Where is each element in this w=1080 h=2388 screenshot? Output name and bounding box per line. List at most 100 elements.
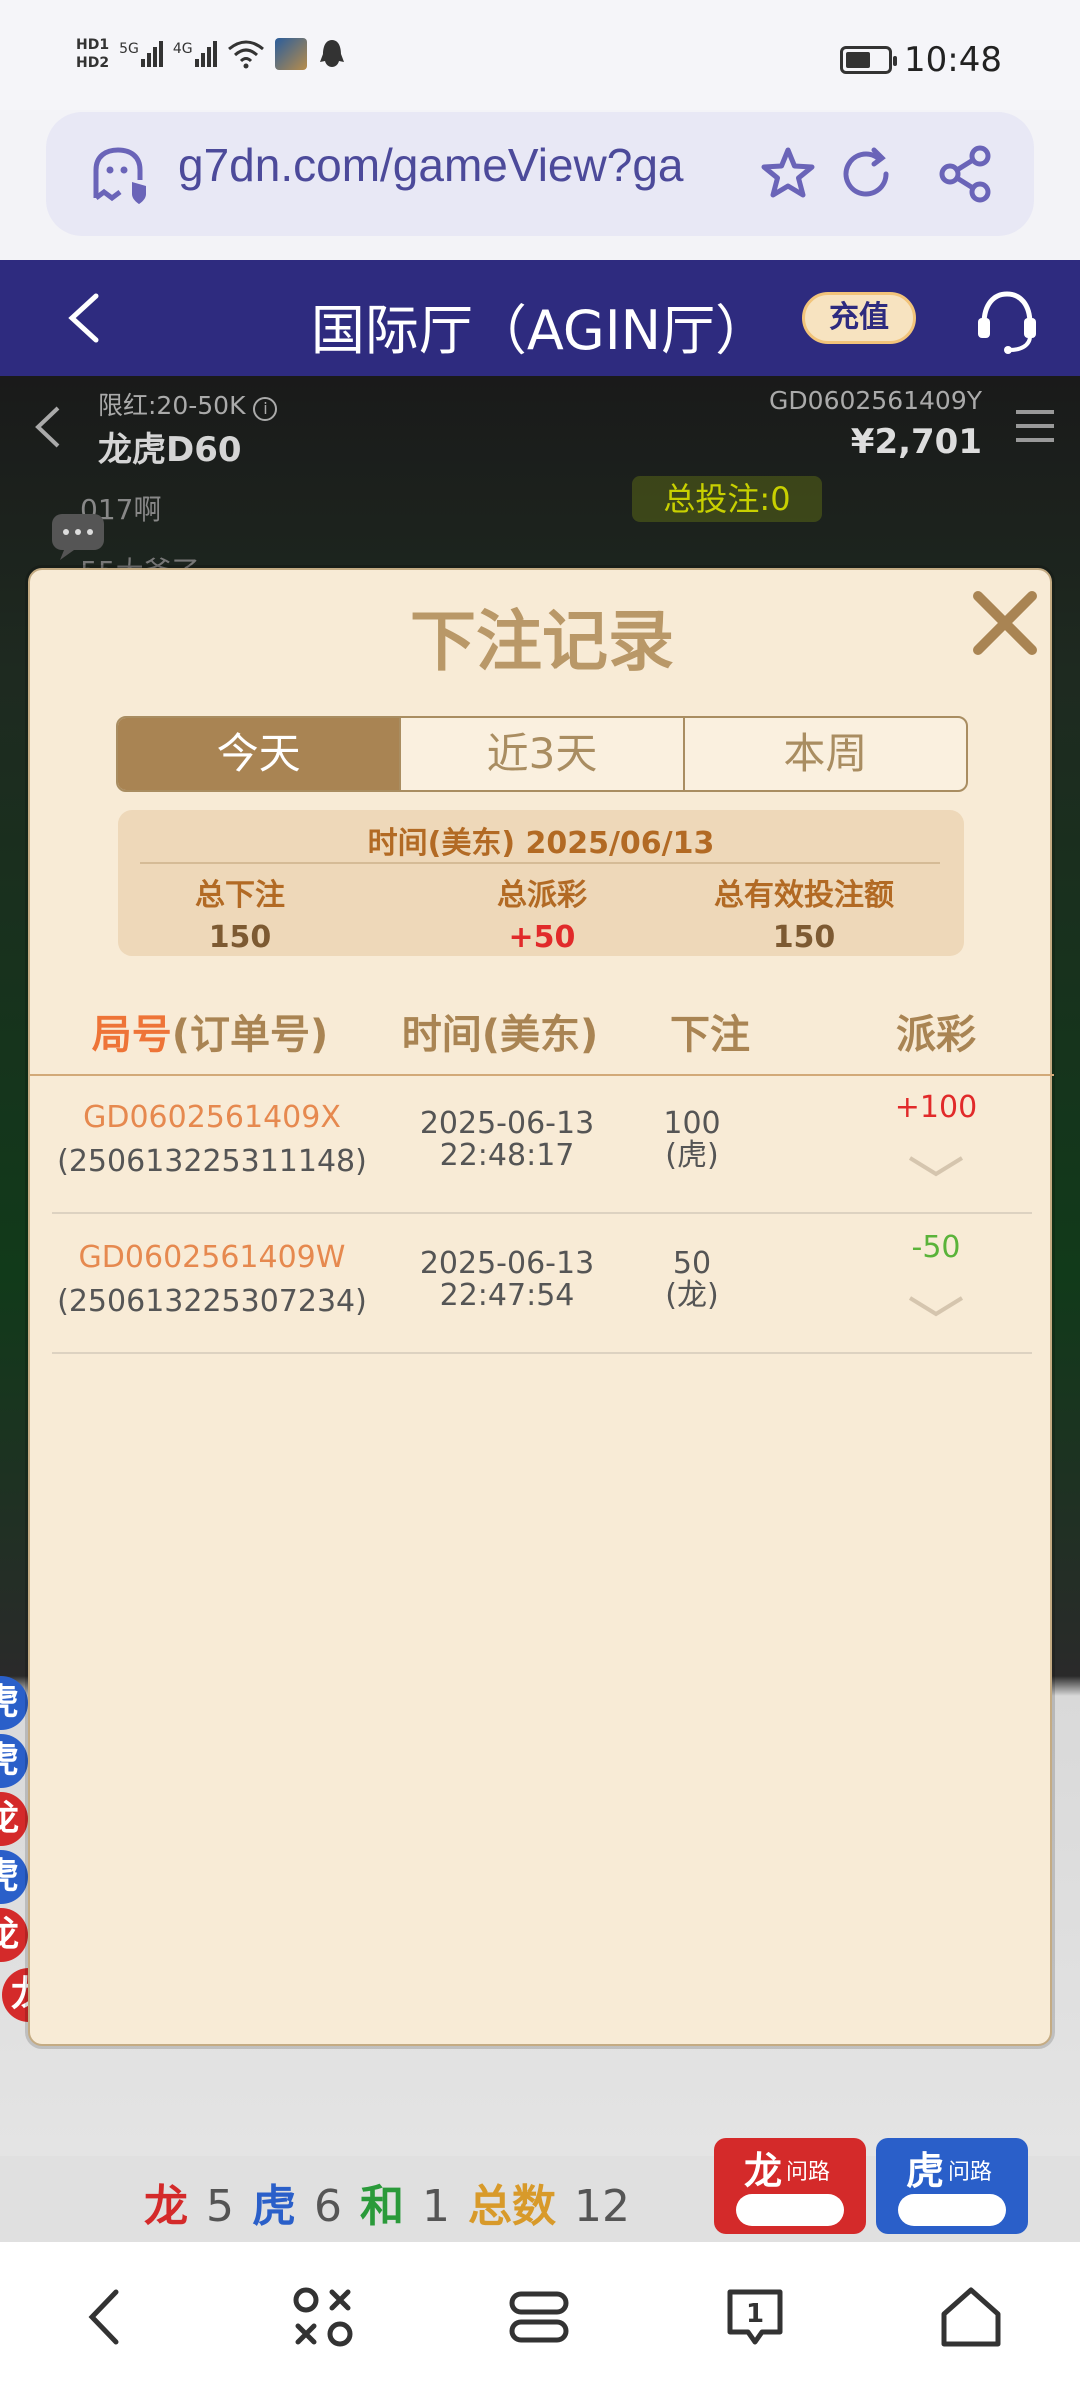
bet-side: (龙) [665, 1278, 719, 1313]
payout-value: +100 [894, 1090, 978, 1125]
signal-4g-icon: 4G [173, 41, 217, 67]
tiger-road-sub: 问路 [948, 2160, 993, 2185]
road-dots-icon [898, 2194, 1006, 2226]
privacy-ghost-icon[interactable] [88, 144, 150, 206]
status-bar: HD1 HD2 5G 4G 10:48 [0, 0, 1080, 110]
col-bet: 下注 [670, 1012, 750, 1058]
summary-total-valid: 总有效投注额 150 [674, 870, 934, 955]
share-icon[interactable] [934, 142, 998, 206]
dragon-road-button[interactable]: 龙 问路 [714, 2138, 866, 2234]
bead-tiger: 虎 [0, 1734, 28, 1788]
road-dots-icon [736, 2194, 844, 2226]
app-notification-icon [274, 38, 307, 70]
app-header: 国际厅（AGIN厅） 充值 [0, 260, 1080, 376]
col-time: 时间(美东) [401, 1012, 599, 1058]
chat-icon[interactable] [50, 512, 106, 562]
recharge-button[interactable]: 充值 [802, 292, 916, 344]
bead-tiger: 虎 [0, 1850, 28, 1904]
table-header: 局号(订单号) 时间(美东) 下注 派彩 [30, 1002, 1054, 1066]
summary-total-payout: 总派彩 +50 [412, 870, 672, 955]
clock: 10:48 [904, 40, 1002, 80]
summary-total-bet: 总下注 150 [110, 870, 370, 955]
bet-side: (虎) [665, 1138, 719, 1173]
balance: ¥2,701 [850, 422, 982, 462]
svg-text:1: 1 [746, 2299, 764, 2329]
bet-date: 2025-06-13 [419, 1106, 595, 1141]
home-icon[interactable] [936, 2282, 1006, 2352]
col-round-main: 局号 [91, 1012, 172, 1058]
bead-tiger: 虎 [0, 1676, 28, 1730]
tabs-count-icon[interactable]: 1 [720, 2282, 790, 2352]
network-5g-label: 5G [119, 41, 139, 57]
refresh-icon[interactable] [834, 142, 898, 206]
total-bet-value: 150 [208, 920, 272, 955]
summary-date: 时间(美东) 2025/06/13 [367, 826, 715, 861]
customer-service-icon[interactable] [972, 286, 1042, 356]
total-bet-label: 总下注 [195, 878, 285, 913]
close-icon[interactable] [968, 586, 1042, 660]
round-id[interactable]: GD0602561409W [52, 1242, 372, 1274]
total-count: 12 [574, 2181, 630, 2232]
browser-address-bar[interactable]: g7dn.com/gameView?ga [46, 112, 1034, 236]
score-summary: 龙 5 虎 6 和 1 总数 12 [144, 2170, 630, 2234]
round-id[interactable]: GD0602561409X [52, 1102, 372, 1134]
chevron-down-icon[interactable] [906, 1292, 966, 1322]
hd1-label: HD1 [76, 37, 110, 53]
game-back-icon[interactable] [30, 402, 66, 452]
bet-amount: 100 [663, 1106, 721, 1141]
modal-title: 下注记录 [410, 603, 674, 680]
col-round-sub: (订单号) [171, 1012, 329, 1058]
tiger-count: 6 [314, 2181, 342, 2232]
order-id: (250613225311148) [57, 1144, 367, 1179]
bead-dragon: 龙 [0, 1792, 28, 1846]
browser-bottom-nav: 1 [0, 2242, 1080, 2388]
menu-icon[interactable] [1014, 406, 1056, 446]
date-range-tabs: 今天 近3天 本周 [116, 716, 968, 792]
col-payout: 派彩 [896, 1012, 976, 1058]
back-icon[interactable] [72, 2282, 142, 2352]
total-valid-label: 总有效投注额 [714, 878, 894, 913]
battery-icon [840, 46, 898, 74]
bead-dragon: 龙 [0, 1908, 28, 1962]
bet-time: 22:48:17 [439, 1138, 575, 1173]
tiger-label: 虎 [252, 2181, 296, 2232]
menu-list-icon[interactable] [504, 2282, 574, 2352]
bet-limit: 限红:20-50K i [98, 386, 278, 422]
table-row[interactable]: GD0602561409X (250613225311148) 2025-06-… [52, 1076, 1032, 1214]
total-label: 总数 [468, 2181, 556, 2232]
status-right: 10:48 [840, 40, 1002, 80]
page-title: 国际厅（AGIN厅） [310, 299, 770, 362]
apps-icon[interactable] [288, 2282, 358, 2352]
summary-divider [140, 862, 940, 864]
status-left: HD1 HD2 5G 4G [76, 36, 347, 72]
order-id: (250613225307234) [57, 1284, 367, 1319]
total-payout-label: 总派彩 [497, 878, 587, 913]
col-round: 局号(订单号) [80, 1002, 340, 1060]
tab-today[interactable]: 今天 [118, 718, 402, 790]
bet-date: 2025-06-13 [419, 1246, 595, 1281]
wifi-icon [227, 40, 264, 69]
total-payout-value: +50 [508, 920, 576, 955]
dragon-label: 龙 [144, 2181, 188, 2232]
dragon-road-label: 龙 [744, 2149, 783, 2193]
qq-icon [319, 40, 344, 67]
info-icon[interactable]: i [253, 397, 278, 421]
bookmark-star-icon[interactable] [756, 142, 820, 206]
tie-count: 1 [422, 2181, 450, 2232]
payout-value: -50 [911, 1230, 961, 1265]
chevron-down-icon[interactable] [906, 1152, 966, 1182]
dragon-road-sub: 问路 [786, 2160, 831, 2185]
total-valid-value: 150 [772, 920, 836, 955]
signal-5g-icon: 5G [119, 41, 163, 67]
table-name: 龙虎D60 [98, 430, 242, 470]
hd-badge: HD1 HD2 [76, 36, 109, 72]
url-text[interactable]: g7dn.com/gameView?ga [178, 138, 738, 192]
table-row[interactable]: GD0602561409W (250613225307234) 2025-06-… [52, 1216, 1032, 1354]
tab-this-week[interactable]: 本周 [685, 718, 966, 790]
tiger-road-label: 虎 [906, 2149, 945, 2193]
tiger-road-button[interactable]: 虎 问路 [876, 2138, 1028, 2234]
tab-last-3-days[interactable]: 近3天 [401, 718, 685, 790]
bet-time: 22:47:54 [439, 1278, 575, 1313]
bet-record-modal: 下注记录 今天 近3天 本周 时间(美东) 2025/06/13 总下注 150… [28, 568, 1054, 2046]
hd2-label: HD2 [76, 55, 110, 71]
